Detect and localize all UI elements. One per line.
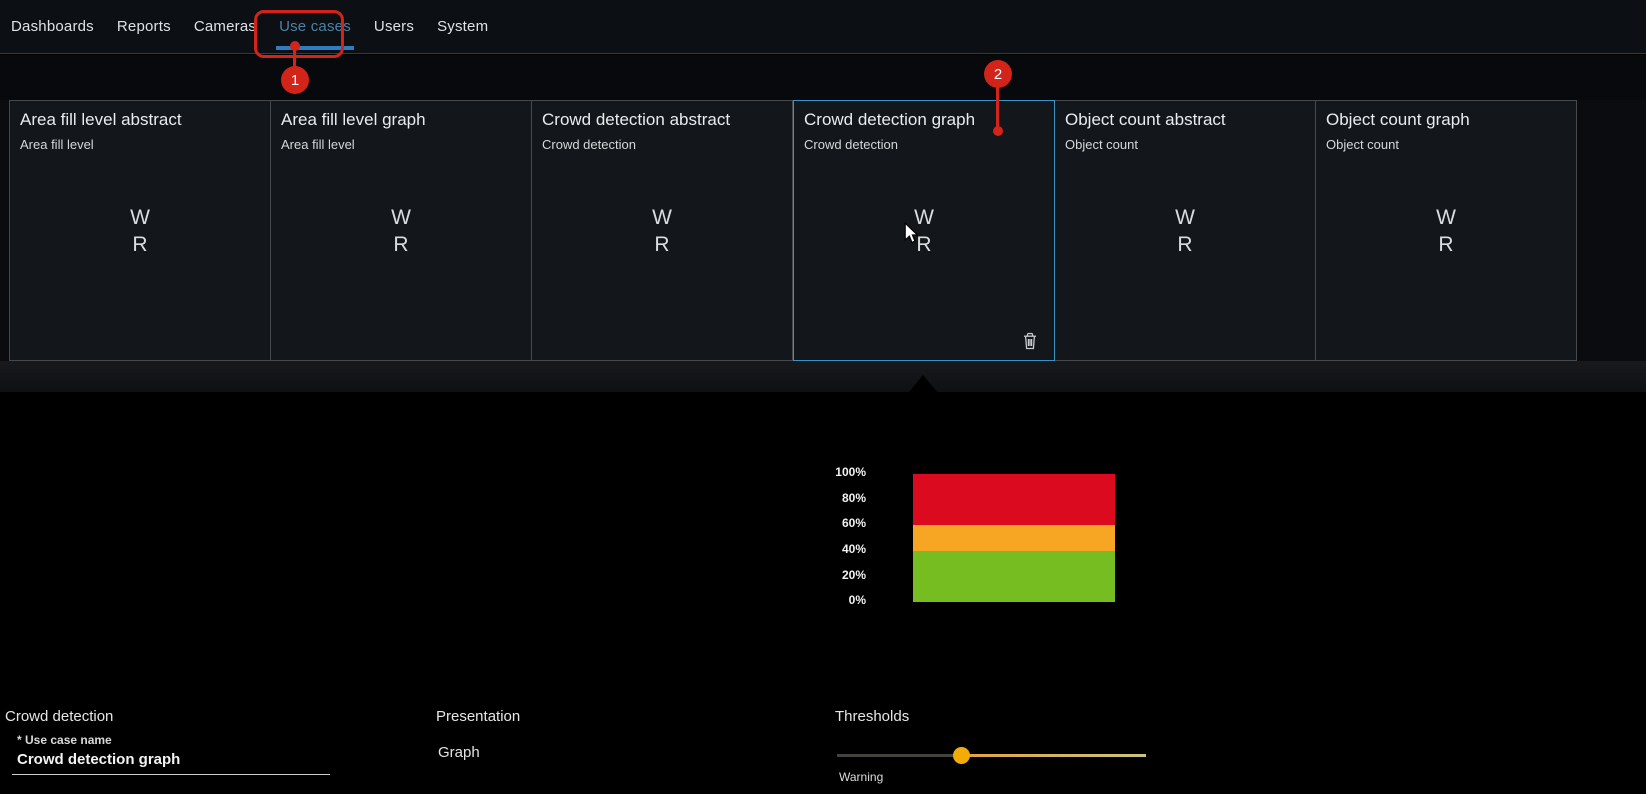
thresholds-label: Thresholds — [835, 708, 909, 725]
card-title: Object count graph — [1326, 110, 1566, 130]
presentation-label: Presentation — [436, 708, 520, 725]
card-title: Area fill level abstract — [20, 110, 260, 130]
presentation-select[interactable]: Graph — [438, 744, 480, 761]
annotation-step-1-badge: 1 — [281, 66, 309, 94]
warning-zone — [913, 525, 1115, 551]
card-subtitle: Object count — [1065, 137, 1305, 152]
card-watermark: WR — [10, 204, 270, 258]
card-object-count-graph[interactable]: Object count graph Object count WR — [1316, 100, 1577, 361]
card-subtitle: Area fill level — [20, 137, 260, 152]
annotation-box-1 — [254, 10, 344, 58]
warning-threshold-slider[interactable] — [837, 738, 1146, 772]
chart-tick-0: 0% — [798, 593, 866, 607]
card-subtitle: Area fill level — [281, 137, 521, 152]
card-watermark: WR — [1055, 204, 1315, 258]
card-watermark: WR — [794, 204, 1054, 258]
nav-tab-system[interactable]: System — [437, 0, 488, 53]
normal-zone — [913, 551, 1115, 602]
card-subtitle: Crowd detection — [542, 137, 782, 152]
use-case-editor-popup: 100% 80% 60% 40% 20% 0% Crowd detection … — [0, 392, 1646, 794]
threshold-preview-chart — [913, 474, 1115, 602]
chart-tick-40: 40% — [798, 542, 866, 556]
card-object-count-abstract[interactable]: Object count abstract Object count WR — [1055, 100, 1316, 361]
critical-zone — [913, 474, 1115, 525]
trash-icon — [1022, 338, 1038, 353]
use-case-name-value: Crowd detection graph — [17, 751, 180, 768]
slider-track-left — [837, 754, 962, 757]
main-nav: Dashboards Reports Cameras Use cases Use… — [0, 0, 1646, 53]
popup-arrow — [909, 375, 937, 392]
card-subtitle: Crowd detection — [804, 137, 1044, 152]
card-area-fill-level-abstract[interactable]: Area fill level abstract Area fill level… — [9, 100, 271, 361]
chart-tick-60: 60% — [798, 516, 866, 530]
card-area-fill-level-graph[interactable]: Area fill level graph Area fill level WR — [271, 100, 532, 361]
delete-use-case-button[interactable] — [1021, 332, 1039, 350]
nav-tab-users[interactable]: Users — [374, 0, 414, 53]
use-case-name-label: * Use case name — [17, 733, 112, 747]
warning-threshold-label: Warning — [839, 770, 883, 784]
use-case-name-input[interactable]: * Use case name Crowd detection graph — [12, 730, 334, 778]
card-title: Crowd detection abstract — [542, 110, 782, 130]
nav-tab-cameras[interactable]: Cameras — [194, 0, 256, 53]
card-crowd-detection-graph-selected[interactable]: Crowd detection graph Crowd detection WR — [793, 100, 1055, 361]
mouse-cursor — [902, 222, 920, 249]
annotation-dot-2 — [993, 126, 1003, 136]
card-watermark: WR — [532, 204, 792, 258]
card-title: Area fill level graph — [281, 110, 521, 130]
card-watermark: WR — [271, 204, 531, 258]
chart-tick-100: 100% — [798, 465, 866, 479]
card-crowd-detection-abstract[interactable]: Crowd detection abstract Crowd detection… — [532, 100, 793, 361]
editor-section-title: Crowd detection — [5, 708, 113, 725]
top-nav-bar: Dashboards Reports Cameras Use cases Use… — [0, 0, 1646, 54]
annotation-step-2-badge: 2 — [984, 60, 1012, 88]
annotation-dot-1 — [290, 41, 300, 51]
card-subtitle: Object count — [1326, 137, 1566, 152]
slider-track-right — [962, 754, 1146, 757]
chart-tick-80: 80% — [798, 491, 866, 505]
card-title: Object count abstract — [1065, 110, 1305, 130]
app-screen: Dashboards Reports Cameras Use cases Use… — [0, 0, 1646, 794]
input-underline — [12, 774, 330, 775]
popup-connector-band — [0, 361, 1646, 392]
nav-tab-reports[interactable]: Reports — [117, 0, 171, 53]
nav-tab-dashboards[interactable]: Dashboards — [11, 0, 94, 53]
chart-tick-20: 20% — [798, 568, 866, 582]
card-title: Crowd detection graph — [804, 110, 1044, 130]
card-watermark: WR — [1316, 204, 1576, 258]
slider-handle[interactable] — [953, 747, 970, 764]
use-case-cards-row: Area fill level abstract Area fill level… — [9, 100, 1577, 361]
background-band — [0, 55, 1646, 100]
